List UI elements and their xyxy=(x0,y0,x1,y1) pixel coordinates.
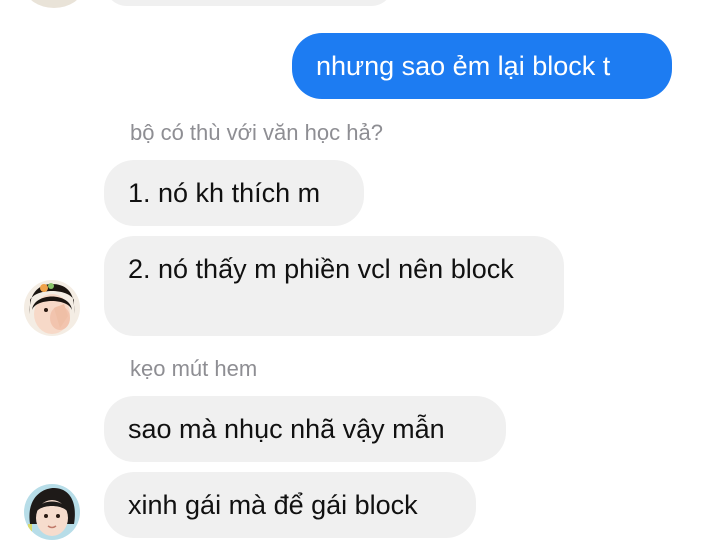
incoming-message-text: xinh gái mà để gái block xyxy=(128,490,418,520)
incoming-message-bubble[interactable]: xinh gái mà để gái block xyxy=(104,472,476,538)
partial-bubble-top xyxy=(104,0,394,6)
incoming-message-text: 1. nó kh thích m xyxy=(128,178,321,208)
sender-name: bộ có thù với văn học hả? xyxy=(130,120,383,145)
incoming-message-bubble[interactable]: sao mà nhục nhã vậy mẫn xyxy=(104,396,506,462)
sender-name: kẹo mút hem xyxy=(130,356,258,381)
incoming-message-text: 2. nó thấy m phiền vcl nên block xyxy=(128,254,514,284)
user-avatar-icon[interactable] xyxy=(24,280,80,336)
avatar-image xyxy=(24,484,80,540)
outgoing-message-text: nhưng sao ẻm lại block t xyxy=(316,51,611,81)
incoming-message-text: sao mà nhục nhã vậy mẫn xyxy=(128,414,445,444)
incoming-message-bubble[interactable]: 2. nó thấy m phiền vcl nên block xyxy=(104,236,564,336)
outgoing-message-bubble[interactable]: nhưng sao ẻm lại block t xyxy=(292,33,672,99)
avatar-image xyxy=(24,280,80,336)
partial-avatar-top xyxy=(26,0,82,8)
user-avatar-icon[interactable] xyxy=(24,484,80,540)
incoming-message-bubble[interactable]: 1. nó kh thích m xyxy=(104,160,364,226)
